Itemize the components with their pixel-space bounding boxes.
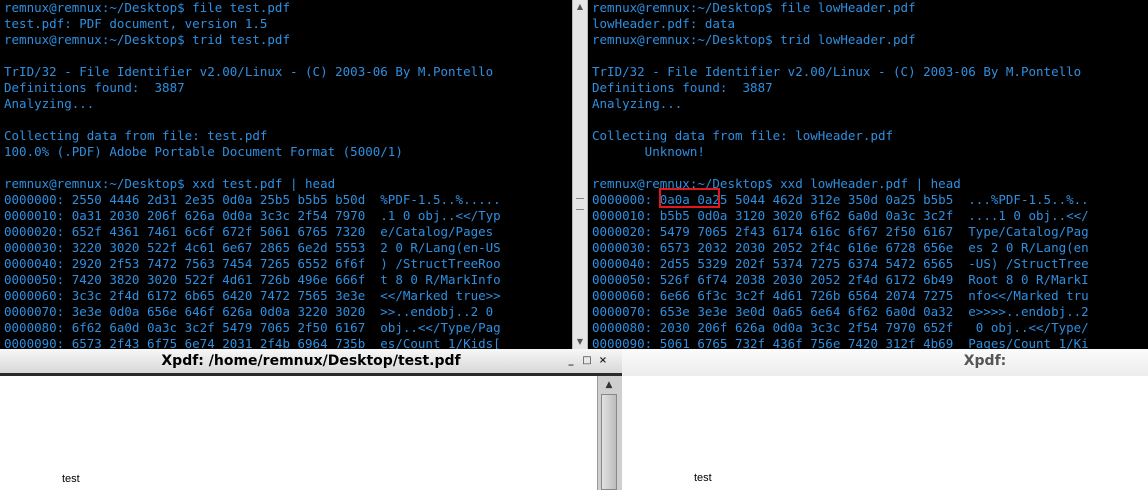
left-line: 0000020: 652f 4361 7461 6c6f 672f 5061 6… bbox=[4, 224, 501, 239]
right-line: 0000090: 5061 6765 732f 436f 756e 7420 3… bbox=[592, 336, 1089, 349]
scrollbar-thumb[interactable] bbox=[601, 394, 617, 490]
left-line: 0000030: 3220 3020 522f 4c61 6e67 2865 6… bbox=[4, 240, 501, 255]
right-line: Collecting data from file: lowHeader.pdf bbox=[592, 128, 894, 143]
left-line: Collecting data from file: test.pdf bbox=[4, 128, 268, 143]
left-line: remnux@remnux:~/Desktop$ file test.pdf bbox=[4, 0, 290, 15]
scroll-up-arrow-icon[interactable]: ▲ bbox=[575, 2, 585, 12]
right-line: 0000080: 2030 206f 626a 0d0a 3c3c 2f54 7… bbox=[592, 320, 1089, 335]
close-icon[interactable]: × bbox=[598, 349, 608, 373]
window-title: Xpdf: /home/remnux/Desktop/test.pdf bbox=[161, 353, 461, 369]
left-line: TrID/32 - File Identifier v2.00/Linux - … bbox=[4, 64, 494, 79]
header-bytes-highlight-box bbox=[659, 188, 720, 208]
left-line: remnux@remnux:~/Desktop$ trid test.pdf bbox=[4, 32, 290, 47]
right-line bbox=[592, 48, 1148, 64]
right-line: remnux@remnux:~/Desktop$ file lowHeader.… bbox=[592, 0, 916, 15]
left-line bbox=[4, 48, 572, 64]
right-line: 0000030: 6573 2032 2030 2052 2f4c 616e 6… bbox=[592, 240, 1089, 255]
left-line bbox=[4, 112, 572, 128]
scroll-down-arrow-icon[interactable]: ▼ bbox=[575, 337, 585, 347]
right-line: Analyzing... bbox=[592, 96, 683, 111]
right-line: 0000050: 526f 6f74 2038 2030 2052 2f4d 6… bbox=[592, 272, 1089, 287]
right-line bbox=[592, 160, 1148, 176]
right-line: lowHeader.pdf: data bbox=[592, 16, 735, 31]
pdf-page-text: test bbox=[62, 473, 80, 485]
terminal-left-output: remnux@remnux:~/Desktop$ file test.pdf te… bbox=[0, 0, 572, 349]
right-line: 0000070: 653e 3e3e 3e0d 0a65 6e64 6f62 6… bbox=[592, 304, 1089, 319]
pdf-vertical-scrollbar[interactable]: ▲ bbox=[597, 376, 622, 490]
left-line bbox=[4, 160, 572, 176]
terminal-left[interactable]: remnux@remnux:~/Desktop$ file test.pdf te… bbox=[0, 0, 572, 349]
right-line: 0000020: 5479 7065 2f43 6174 616c 6f67 2… bbox=[592, 224, 1089, 239]
left-line: test.pdf: PDF document, version 1.5 bbox=[4, 16, 268, 31]
left-line: 0000090: 6573 2f43 6f75 6e74 2031 2f4b 6… bbox=[4, 336, 501, 349]
xpdf-window-test[interactable]: Xpdf: /home/remnux/Desktop/test.pdf _ □ … bbox=[0, 349, 622, 490]
left-line: Analyzing... bbox=[4, 96, 95, 111]
right-line: remnux@remnux:~/Desktop$ trid lowHeader.… bbox=[592, 32, 916, 47]
left-line: 0000050: 7420 3820 3020 522f 4d61 726b 4… bbox=[4, 272, 501, 287]
left-line: Definitions found: 3887 bbox=[4, 80, 185, 95]
right-line: 0000060: 6e66 6f3c 3c2f 4d61 726b 6564 2… bbox=[592, 288, 1089, 303]
xpdf-titlebar-test[interactable]: Xpdf: /home/remnux/Desktop/test.pdf _ □ … bbox=[0, 349, 622, 376]
right-line: 0000010: b5b5 0d0a 3120 3020 6f62 6a0d 0… bbox=[592, 208, 1089, 223]
left-line: 0000070: 3e3e 0d0a 656e 646f 626a 0d0a 3… bbox=[4, 304, 501, 319]
right-line bbox=[592, 112, 1148, 128]
pdf-page-text: test bbox=[694, 472, 712, 484]
left-line: remnux@remnux:~/Desktop$ xxd test.pdf | … bbox=[4, 176, 336, 191]
left-line: 0000080: 6f62 6a0d 0a3c 3c2f 5479 7065 2… bbox=[4, 320, 501, 335]
left-line: 0000060: 3c3c 2f4d 6172 6b65 6420 7472 7… bbox=[4, 288, 501, 303]
minimize-icon[interactable]: _ bbox=[566, 349, 576, 373]
pdf-page-area-lowheader[interactable]: test bbox=[622, 376, 1148, 490]
left-line: 100.0% (.PDF) Adobe Portable Document Fo… bbox=[4, 144, 403, 159]
terminal-splitter-scrollbar[interactable]: ▲ ▼ bbox=[572, 0, 588, 349]
left-line: 0000040: 2920 2f53 7472 7563 7454 7265 6… bbox=[4, 256, 501, 271]
pdf-page-area-test[interactable]: test bbox=[0, 376, 622, 490]
right-line: TrID/32 - File Identifier v2.00/Linux - … bbox=[592, 64, 1082, 79]
left-line: 0000010: 0a31 2030 206f 626a 0d0a 3c3c 2… bbox=[4, 208, 501, 223]
left-line: 0000000: 2550 4446 2d31 2e35 0d0a 25b5 b… bbox=[4, 192, 501, 207]
xpdf-window-lowheader[interactable]: Xpdf: /home/remnux/Desktop/lowHeader.pdf… bbox=[622, 349, 1148, 490]
right-line: 0000040: 2d55 5329 202f 5374 7275 6374 5… bbox=[592, 256, 1089, 271]
splitter-grip-icon[interactable] bbox=[576, 198, 584, 210]
scroll-up-arrow-icon[interactable]: ▲ bbox=[601, 379, 617, 391]
maximize-icon[interactable]: □ bbox=[582, 349, 592, 373]
right-line: Definitions found: 3887 bbox=[592, 80, 773, 95]
terminal-right-output: remnux@remnux:~/Desktop$ file lowHeader.… bbox=[588, 0, 1148, 349]
terminal-right[interactable]: remnux@remnux:~/Desktop$ file lowHeader.… bbox=[588, 0, 1148, 349]
right-line: Unknown! bbox=[592, 144, 705, 159]
xpdf-titlebar-lowheader[interactable]: Xpdf: /home/remnux/Desktop/lowHeader.pdf bbox=[622, 349, 1148, 393]
